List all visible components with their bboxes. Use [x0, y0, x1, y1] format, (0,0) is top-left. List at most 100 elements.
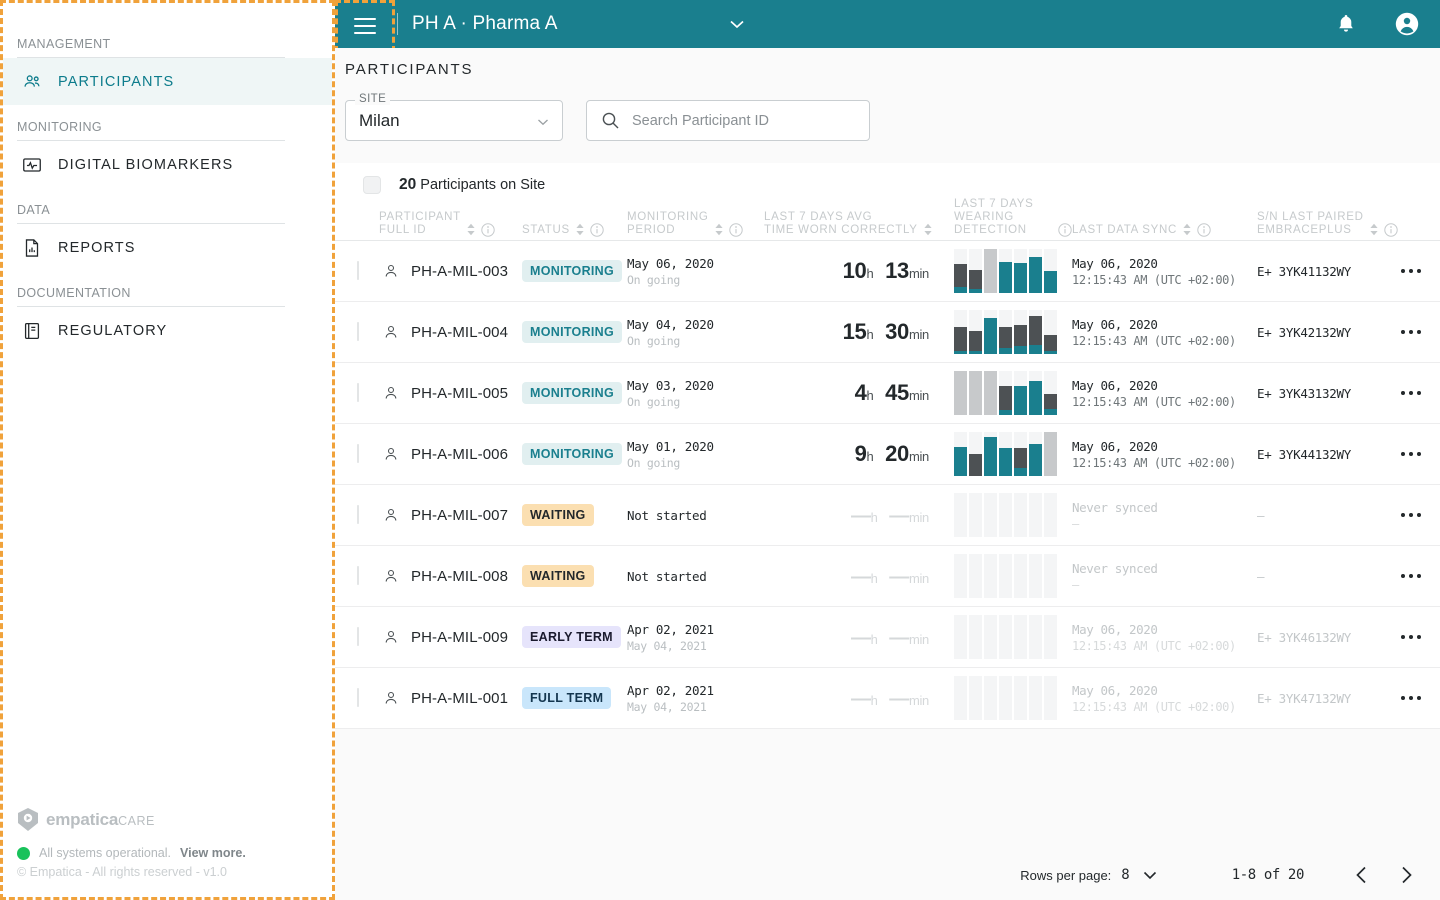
last-data-sync-cell: Never synced –: [1072, 500, 1257, 531]
status-cell: MONITORING: [522, 321, 627, 343]
site-select[interactable]: SITE Milan: [345, 93, 563, 141]
last-data-sync-time: 12:15:43 AM (UTC +02:00): [1072, 272, 1236, 287]
bar-segment-worn: [969, 289, 982, 293]
page-title: PARTICIPANTS: [345, 61, 474, 78]
view-more-link[interactable]: View more.: [180, 846, 246, 860]
row-actions-button[interactable]: [1382, 451, 1440, 457]
table-row[interactable]: PH-A-MIL-004 MONITORING May 04, 2020 On goi…: [335, 302, 1440, 363]
sidebar-item-reports[interactable]: REPORTS: [3, 224, 332, 271]
column-header-label: MONITORING PERIOD: [627, 211, 709, 236]
table-row[interactable]: PH-A-MIL-007 WAITING Not started —h —min Nev…: [335, 485, 1440, 546]
wearing-detection-bar: [1029, 249, 1042, 293]
table-row[interactable]: PH-A-MIL-003 MONITORING May 06, 2020 On goi…: [335, 241, 1440, 302]
select-all-checkbox[interactable]: [363, 176, 381, 194]
column-header-label: LAST 7 DAYS AVG TIME WORN CORRECTLY: [764, 211, 918, 236]
row-checkbox[interactable]: [357, 261, 359, 280]
table-row[interactable]: PH-A-MIL-005 MONITORING May 03, 2020 On goi…: [335, 363, 1440, 424]
row-actions-button[interactable]: [1382, 329, 1440, 335]
row-checkbox[interactable]: [357, 505, 359, 524]
monitoring-period-start: May 03, 2020: [627, 377, 714, 393]
info-icon[interactable]: [728, 223, 743, 237]
sort-toggle-icon[interactable]: [714, 223, 724, 236]
copyright-text: © Empatica - All rights reserved - v1.0: [17, 865, 227, 879]
wearing-detection-bar: [1014, 310, 1027, 354]
wearing-detection-cell: [954, 554, 1072, 598]
time-worn-minutes: —: [889, 688, 909, 710]
info-icon[interactable]: [1058, 223, 1072, 237]
column-header-participant-full-id[interactable]: PARTICIPANT FULL ID: [335, 211, 522, 237]
table-row[interactable]: PH-A-MIL-008 WAITING Not started —h —min Nev…: [335, 546, 1440, 607]
row-checkbox[interactable]: [357, 688, 359, 707]
chevron-down-icon[interactable]: [1140, 865, 1160, 885]
wearing-detection-bar: [1029, 432, 1042, 476]
sidebar-item-participants[interactable]: PARTICIPANTS: [3, 58, 332, 105]
table-row[interactable]: PH-A-MIL-001 FULL TERM Apr 02, 2021 May 04,…: [335, 668, 1440, 729]
previous-page-button[interactable]: [1340, 858, 1384, 892]
row-checkbox[interactable]: [357, 383, 359, 402]
info-icon[interactable]: [481, 223, 495, 237]
row-checkbox-cell: [335, 627, 383, 646]
chevron-down-icon: [727, 14, 747, 34]
row-actions-button[interactable]: [1382, 512, 1440, 518]
info-icon[interactable]: [1197, 223, 1211, 237]
more-options-icon: [1400, 634, 1422, 640]
row-checkbox[interactable]: [357, 444, 359, 463]
sort-toggle-icon[interactable]: [923, 223, 933, 236]
row-actions-button[interactable]: [1382, 573, 1440, 579]
column-header-monitoring-period[interactable]: MONITORING PERIOD: [627, 211, 764, 237]
wearing-detection-cell: [954, 310, 1072, 354]
monitoring-period-cell: Apr 02, 2021 May 04, 2021: [627, 622, 764, 653]
search-input[interactable]: [632, 112, 852, 129]
table-row[interactable]: PH-A-MIL-006 MONITORING May 01, 2020 On goi…: [335, 424, 1440, 485]
last-data-sync-time: –: [1072, 516, 1079, 531]
sort-toggle-icon[interactable]: [575, 223, 585, 236]
bar-segment-worn: [984, 437, 997, 476]
row-actions-button[interactable]: [1382, 390, 1440, 396]
top-bar: PH A · Pharma A: [335, 0, 1440, 48]
wearing-detection-bar: [1044, 554, 1057, 598]
row-actions-button[interactable]: [1382, 268, 1440, 274]
wearing-detection-bar: [984, 615, 997, 659]
sort-toggle-icon[interactable]: [1369, 223, 1379, 236]
time-worn-minutes-unit: min: [908, 327, 929, 342]
sort-toggle-icon[interactable]: [1182, 223, 1192, 236]
last-data-sync-date: May 06, 2020: [1072, 621, 1158, 637]
wearing-detection-bar: [999, 371, 1012, 415]
rows-per-page[interactable]: Rows per page: 8: [1020, 865, 1160, 885]
column-header-last-7-days-wearing-detection[interactable]: LAST 7 DAYS WEARING DETECTION: [954, 198, 1072, 237]
wearing-detection-bar: [954, 615, 967, 659]
column-header-sn-last-paired[interactable]: S/N LAST PAIRED EMBRACEPLUS: [1257, 211, 1398, 237]
person-icon: [383, 263, 399, 279]
time-worn-cell: —h —min: [764, 502, 954, 528]
wearing-detection-bar: [954, 371, 967, 415]
column-header-last-7-days-avg-time-worn[interactable]: LAST 7 DAYS AVG TIME WORN CORRECTLY: [764, 211, 954, 237]
bell-icon[interactable]: [1334, 12, 1358, 36]
info-icon[interactable]: [1383, 223, 1398, 237]
account-circle-icon[interactable]: [1394, 11, 1420, 37]
row-checkbox[interactable]: [357, 627, 359, 646]
sidebar-item-label: REGULATORY: [58, 322, 168, 339]
search-box[interactable]: [586, 100, 870, 141]
menu-toggle-button[interactable]: [335, 0, 395, 52]
info-icon[interactable]: [590, 223, 604, 237]
sort-toggle-icon[interactable]: [466, 223, 476, 236]
sidebar-item-digital-biomarkers[interactable]: DIGITAL BIOMARKERS: [3, 141, 332, 188]
time-worn-hours: 4: [854, 380, 867, 405]
next-page-button[interactable]: [1384, 858, 1428, 892]
row-actions-button[interactable]: [1382, 634, 1440, 640]
column-header-last-data-sync[interactable]: LAST DATA SYNC: [1072, 223, 1257, 237]
column-header-status[interactable]: STATUS: [522, 223, 627, 237]
study-selector-caret[interactable]: [727, 0, 747, 48]
wearing-detection-bar: [999, 615, 1012, 659]
bar-segment-not-worn: [969, 454, 982, 476]
wearing-detection-chart: [954, 676, 1072, 720]
table-row[interactable]: PH-A-MIL-009 EARLY TERM Apr 02, 2021 May 04…: [335, 607, 1440, 668]
monitoring-period-cell: May 03, 2020 On going: [627, 378, 764, 409]
participants-count-suffix: Participants on Site: [416, 177, 546, 193]
row-actions-button[interactable]: [1382, 695, 1440, 701]
status-badge: EARLY TERM: [522, 626, 621, 648]
row-checkbox[interactable]: [357, 322, 359, 341]
search-icon: [601, 111, 620, 130]
sidebar-item-regulatory[interactable]: REGULATORY: [3, 307, 332, 354]
row-checkbox[interactable]: [357, 566, 359, 585]
